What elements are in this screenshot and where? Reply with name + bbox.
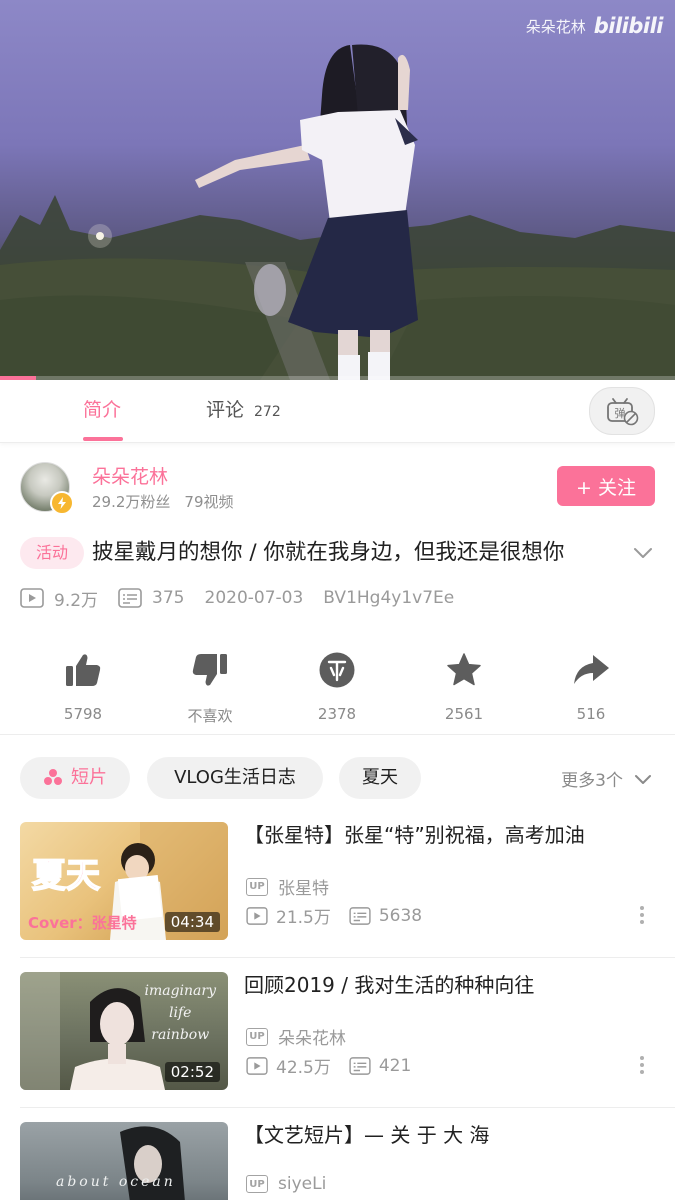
comments-count: 272	[254, 404, 281, 420]
video-frame	[0, 44, 675, 380]
watermark: 朵朵花林 bilibili	[525, 14, 664, 38]
lightning-icon	[50, 491, 74, 515]
publish-date: 2020-07-03	[204, 588, 304, 608]
share-button[interactable]: 516	[551, 648, 631, 723]
video-thumbnail: imaginary life rainbow 02:52	[20, 972, 228, 1090]
favorite-count: 2561	[444, 705, 484, 723]
like-button[interactable]: 5798	[43, 648, 123, 723]
more-tags-button[interactable]: 更多3个	[561, 766, 653, 791]
star-icon	[447, 653, 481, 686]
video-duration: 04:34	[164, 912, 220, 932]
coin-icon	[319, 652, 355, 688]
tab-intro[interactable]: 简介	[83, 380, 121, 442]
dislike-label: 不喜欢	[187, 707, 233, 725]
favorite-button[interactable]: 2561	[424, 648, 504, 723]
related-video-item[interactable]: 夏天 Cover：张星特 04:34 【张星特】张星“特”别祝福，高考加油 UP…	[0, 808, 675, 958]
thumbnail-line: life	[169, 1005, 192, 1021]
thumbnail-overlay-text: about ocean	[56, 1174, 176, 1190]
up-badge-icon: UP	[246, 1175, 268, 1193]
follower-count: 29.2万粉丝	[92, 493, 171, 511]
danmaku-count-icon	[349, 906, 371, 925]
related-video-uploader: UP 张星特	[246, 874, 329, 899]
view-count: 42.5万	[276, 1058, 331, 1078]
chevron-down-icon[interactable]	[632, 542, 654, 564]
thumbs-up-icon	[66, 654, 101, 686]
uploader-stats: 29.2万粉丝 79视频	[92, 491, 234, 512]
share-icon	[574, 655, 609, 684]
video-title: 披星戴月的想你 / 你就在我身边，但我还是很想你	[92, 540, 565, 565]
uploader-name[interactable]: 朵朵花林	[92, 462, 168, 489]
thumbnail-overlay-text: imaginary life rainbow	[144, 980, 216, 1046]
share-count: 516	[576, 705, 606, 723]
related-video-title: 【文艺短片】— 关 于 大 海	[244, 1123, 490, 1147]
play-count-icon	[246, 1056, 268, 1075]
thumbnail-title-text: 夏天	[31, 855, 101, 897]
related-video-item[interactable]: imaginary life rainbow 02:52 回顾2019 / 我对…	[0, 958, 675, 1108]
related-video-title: 【张星特】张星“特”别祝福，高考加油	[244, 823, 585, 847]
play-count-icon	[246, 906, 268, 925]
danmaku-count: 5638	[378, 905, 423, 926]
tab-comments[interactable]: 评论 272	[206, 380, 281, 442]
danmaku-count: 375	[152, 588, 185, 608]
uploader-name: 张星特	[278, 879, 329, 899]
danmaku-toggle-button[interactable]: 弹	[589, 387, 655, 435]
danmaku-count: 421	[378, 1055, 412, 1076]
more-options-icon[interactable]	[640, 906, 644, 924]
activity-tag[interactable]: 活动	[20, 537, 84, 569]
tag-label: 夏天	[362, 767, 398, 788]
tag-label: 短片	[71, 767, 107, 788]
play-count-icon	[20, 588, 44, 608]
up-badge-icon: UP	[246, 1027, 268, 1046]
related-video-uploader: UP 朵朵花林	[246, 1024, 346, 1049]
follow-button[interactable]: + 关注	[557, 466, 655, 506]
coin-button[interactable]: 2378	[297, 648, 377, 723]
coin-count: 2378	[317, 705, 357, 723]
bv-id: BV1Hg4y1v7Ee	[323, 588, 455, 608]
video-thumbnail: 夏天 Cover：张星特 04:34	[20, 822, 228, 940]
more-tags-label: 更多3个	[561, 771, 623, 791]
tag-chip-short-film[interactable]: 短片	[20, 757, 130, 799]
more-options-icon[interactable]	[640, 1056, 644, 1074]
related-video-meta: 42.5万 421	[246, 1053, 411, 1078]
video-count: 79视频	[184, 493, 234, 511]
uploader-name: 朵朵花林	[278, 1029, 346, 1049]
like-count: 5798	[63, 705, 103, 723]
video-duration: 02:52	[164, 1062, 220, 1082]
tag-label: VLOG生活日志	[174, 767, 296, 788]
uploader-name: siyeLi	[278, 1174, 327, 1194]
related-video-meta: 21.5万 5638	[246, 903, 422, 928]
view-count: 21.5万	[276, 908, 331, 928]
view-count: 9.2万	[54, 590, 99, 611]
thumbs-down-icon	[192, 654, 227, 686]
short-film-icon	[44, 769, 62, 785]
tab-bar: 简介 评论 272 弹	[0, 380, 675, 443]
dislike-button[interactable]: 不喜欢	[170, 648, 250, 726]
thumbnail-line: rainbow	[151, 1027, 210, 1043]
related-video-uploader: UP siyeLi	[246, 1174, 326, 1194]
danmaku-count-icon	[118, 588, 142, 608]
related-video-title: 回顾2019 / 我对生活的种种向往	[244, 973, 535, 997]
up-badge-icon: UP	[246, 877, 268, 896]
thumbnail-line: imaginary	[144, 983, 216, 999]
video-player[interactable]: 朵朵花林 bilibili	[0, 0, 675, 380]
tag-chip-vlog[interactable]: VLOG生活日志	[147, 757, 323, 799]
tab-comments-label: 评论	[206, 399, 245, 421]
video-thumbnail: about ocean	[20, 1122, 228, 1200]
section-divider	[0, 734, 675, 735]
bilibili-logo: bilibili	[593, 14, 664, 38]
danmaku-off-icon: 弹	[607, 398, 639, 426]
video-meta: 9.2万 375 2020-07-03 BV1Hg4y1v7Ee	[20, 586, 455, 611]
tag-chip-summer[interactable]: 夏天	[339, 757, 421, 799]
related-video-item[interactable]: about ocean 【文艺短片】— 关 于 大 海 UP siyeLi	[0, 1108, 675, 1200]
chevron-down-icon	[635, 774, 651, 784]
active-tab-indicator	[83, 437, 123, 441]
watermark-text: 朵朵花林	[525, 17, 586, 36]
thumbnail-caption-text: Cover：张星特	[28, 914, 137, 932]
danmaku-count-icon	[349, 1056, 371, 1075]
tab-intro-label: 简介	[83, 399, 122, 421]
